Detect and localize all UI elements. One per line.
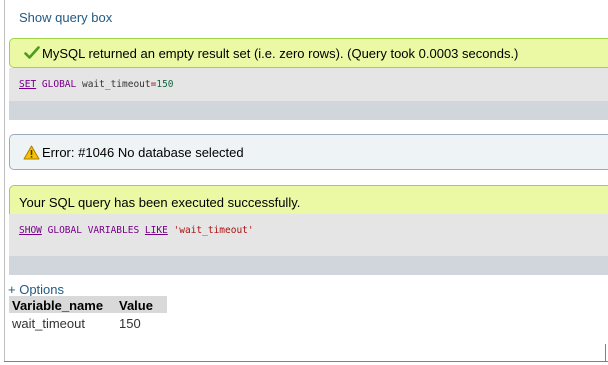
sql-variable: wait_timeout	[81, 79, 151, 90]
cell-variable-name: wait_timeout	[12, 316, 85, 331]
sql-query-code: SET GLOBAL wait_timeout=150	[19, 79, 174, 90]
results-table: Variable_name Value wait_timeout 150	[9, 296, 167, 331]
success-message-text: MySQL returned an empty result set (i.e.…	[42, 46, 519, 61]
sql-string-pattern: 'wait_timeout'	[173, 225, 254, 236]
success-message: MySQL returned an empty result set (i.e.…	[9, 38, 608, 68]
sql-query-code-2: SHOW GLOBAL VARIABLES LIKE 'wait_timeout…	[19, 225, 254, 236]
query-success-message: Your SQL query has been executed success…	[9, 185, 608, 214]
sql-query-block[interactable]: SET GLOBAL wait_timeout=150	[9, 68, 608, 120]
sql-value: 150	[156, 79, 174, 90]
table-row: wait_timeout 150	[9, 313, 167, 331]
show-query-box-link[interactable]: Show query box	[19, 10, 112, 25]
options-link[interactable]: + Options	[8, 282, 64, 297]
sql-keyword-global-2: GLOBAL	[47, 225, 82, 236]
sql-query-block-2[interactable]: SHOW GLOBAL VARIABLES LIKE 'wait_timeout…	[9, 214, 608, 275]
sql-keyword-show[interactable]: SHOW	[19, 225, 42, 236]
sql-keyword-global: GLOBAL	[41, 79, 77, 90]
warning-icon	[23, 145, 40, 160]
sql-keyword-set[interactable]: SET	[19, 79, 36, 90]
cell-value: 150	[119, 316, 141, 331]
sql-query-toolbar	[9, 101, 608, 120]
column-header-value[interactable]: Value	[116, 296, 167, 313]
frame-left-border	[4, 0, 5, 362]
table-header-row: Variable_name Value	[9, 296, 167, 313]
error-message-text: Error: #1046 No database selected	[42, 145, 244, 160]
query-success-text: Your SQL query has been executed success…	[19, 195, 301, 210]
column-header-variable-name[interactable]: Variable_name	[9, 296, 116, 313]
frame-bottom-border	[4, 361, 608, 362]
check-icon	[24, 46, 40, 60]
frame-right-border	[605, 344, 606, 362]
error-message: Error: #1046 No database selected	[9, 134, 608, 170]
sql-keyword-like[interactable]: LIKE	[145, 225, 168, 236]
sql-keyword-variables: VARIABLES	[87, 225, 140, 236]
sql-query-toolbar-2	[9, 256, 608, 275]
